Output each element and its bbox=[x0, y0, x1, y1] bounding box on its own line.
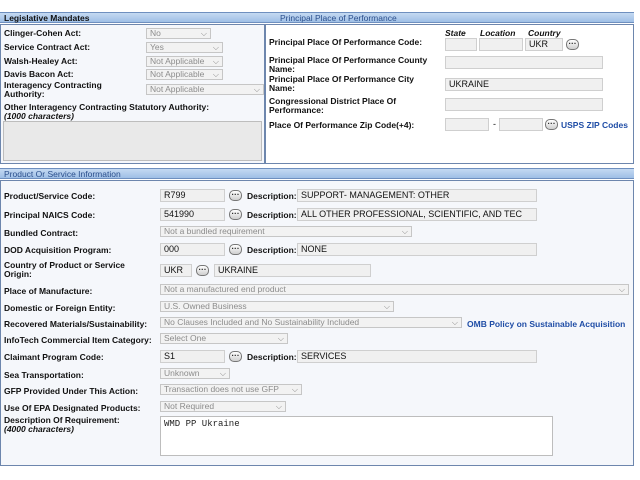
psc-code-input[interactable]: R799 bbox=[160, 189, 225, 202]
product-service-header: Product Or Service Information bbox=[4, 169, 121, 179]
walsh-healey-select[interactable]: Not Applicable bbox=[146, 56, 223, 67]
sea-transportation-select[interactable]: Unknown bbox=[160, 368, 230, 379]
other-authority-hint: (1000 characters) bbox=[4, 111, 74, 121]
bundled-contract-select[interactable]: Not a bundled requirement bbox=[160, 226, 412, 237]
gfp-provided-select[interactable]: Transaction does not use GFP bbox=[160, 384, 302, 395]
bundled-contract-label: Bundled Contract: bbox=[4, 228, 79, 238]
epa-products-label: Use Of EPA Designated Products: bbox=[4, 403, 141, 413]
omb-policy-link[interactable]: OMB Policy on Sustainable Acquisition bbox=[467, 319, 625, 329]
ppop-code-label: Principal Place Of Performance Code: bbox=[269, 37, 423, 47]
davis-bacon-select[interactable]: Not Applicable bbox=[146, 69, 223, 80]
service-contract-label: Service Contract Act: bbox=[4, 42, 91, 52]
recovered-materials-label: Recovered Materials/Sustainability: bbox=[4, 319, 148, 329]
infotech-category-select[interactable]: Select One bbox=[160, 333, 288, 344]
ppop-country-input[interactable]: UKR bbox=[525, 38, 563, 51]
davis-bacon-label: Davis Bacon Act: bbox=[4, 69, 74, 79]
legislative-mandates-header: Legislative Mandates bbox=[4, 13, 90, 23]
ppop-state-input[interactable] bbox=[445, 38, 477, 51]
domestic-foreign-label: Domestic or Foreign Entity: bbox=[4, 303, 116, 313]
ppop-district-label: Congressional District Place Of Performa… bbox=[269, 96, 397, 115]
naics-lookup-button[interactable]: ··· bbox=[229, 209, 242, 220]
description-requirement-textarea[interactable]: WMD PP Ukraine bbox=[160, 416, 553, 456]
ppop-zip-ext-input[interactable] bbox=[499, 118, 543, 131]
country-origin-label: Country of Product or Service Origin: bbox=[4, 260, 125, 279]
psc-description-label: Description: bbox=[247, 191, 297, 201]
epa-products-select[interactable]: Not Required bbox=[160, 401, 286, 412]
ppop-city-input[interactable]: UKRAINE bbox=[445, 78, 603, 91]
recovered-materials-select[interactable]: No Clauses Included and No Sustainabilit… bbox=[160, 317, 462, 328]
principal-place-header: Principal Place of Performance bbox=[280, 13, 397, 23]
zip-lookup-button[interactable]: ··· bbox=[545, 119, 558, 130]
psc-label: Product/Service Code: bbox=[4, 191, 96, 201]
psc-lookup-button[interactable]: ··· bbox=[229, 190, 242, 201]
sea-transportation-label: Sea Transportation: bbox=[4, 370, 84, 380]
service-contract-select[interactable]: Yes bbox=[146, 42, 223, 53]
claimant-description-label: Description: bbox=[247, 352, 297, 362]
ppop-city-label: Principal Place Of Performance City Name… bbox=[269, 74, 415, 93]
claimant-code-input[interactable]: S1 bbox=[160, 350, 225, 363]
zip-separator: - bbox=[493, 119, 496, 129]
ppop-district-input[interactable] bbox=[445, 98, 603, 111]
ppop-county-input[interactable] bbox=[445, 56, 603, 69]
location-column-label: Location bbox=[480, 28, 516, 38]
description-requirement-hint: (4000 characters) bbox=[4, 424, 74, 434]
claimant-description-input: SERVICES bbox=[297, 350, 537, 363]
domestic-foreign-select[interactable]: U.S. Owned Business bbox=[160, 301, 394, 312]
interagency-authority-select[interactable]: Not Applicable bbox=[146, 84, 264, 95]
ppop-location-input[interactable] bbox=[479, 38, 523, 51]
infotech-category-label: InfoTech Commercial Item Category: bbox=[4, 335, 152, 345]
ppop-county-label: Principal Place Of Performance County Na… bbox=[269, 55, 428, 74]
country-origin-code-input[interactable]: UKR bbox=[160, 264, 192, 277]
claimant-program-label: Claimant Program Code: bbox=[4, 352, 104, 362]
dod-program-description-input: NONE bbox=[297, 243, 537, 256]
country-origin-lookup-button[interactable]: ··· bbox=[196, 265, 209, 276]
other-authority-textarea[interactable] bbox=[3, 121, 262, 161]
claimant-lookup-button[interactable]: ··· bbox=[229, 351, 242, 362]
ppop-zip-input[interactable] bbox=[445, 118, 489, 131]
naics-label: Principal NAICS Code: bbox=[4, 210, 96, 220]
country-column-label: Country bbox=[528, 28, 561, 38]
clinger-cohen-select[interactable]: No bbox=[146, 28, 211, 39]
state-column-label: State bbox=[445, 28, 466, 38]
clinger-cohen-label: Clinger-Cohen Act: bbox=[4, 28, 82, 38]
dod-program-code-input[interactable]: 000 bbox=[160, 243, 225, 256]
dod-program-label: DOD Acquisition Program: bbox=[4, 245, 112, 255]
place-manufacture-select[interactable]: Not a manufactured end product bbox=[160, 284, 629, 295]
psc-description-input: SUPPORT- MANAGEMENT: OTHER bbox=[297, 189, 537, 202]
gfp-provided-label: GFP Provided Under This Action: bbox=[4, 386, 139, 396]
naics-description-label: Description: bbox=[247, 210, 297, 220]
walsh-healey-label: Walsh-Healey Act: bbox=[4, 56, 78, 66]
dod-program-description-label: Description: bbox=[247, 245, 297, 255]
ppop-lookup-button[interactable]: ··· bbox=[566, 39, 579, 50]
interagency-authority-label: Interagency Contracting Authority: bbox=[4, 80, 102, 99]
dod-program-lookup-button[interactable]: ··· bbox=[229, 244, 242, 255]
country-origin-name-input: UKRAINE bbox=[214, 264, 371, 277]
usps-zip-codes-link[interactable]: USPS ZIP Codes bbox=[561, 120, 628, 130]
ppop-zip-label: Place Of Performance Zip Code(+4): bbox=[269, 120, 415, 130]
place-manufacture-label: Place of Manufacture: bbox=[4, 286, 93, 296]
naics-code-input[interactable]: 541990 bbox=[160, 208, 225, 221]
naics-description-input: ALL OTHER PROFESSIONAL, SCIENTIFIC, AND … bbox=[297, 208, 537, 221]
